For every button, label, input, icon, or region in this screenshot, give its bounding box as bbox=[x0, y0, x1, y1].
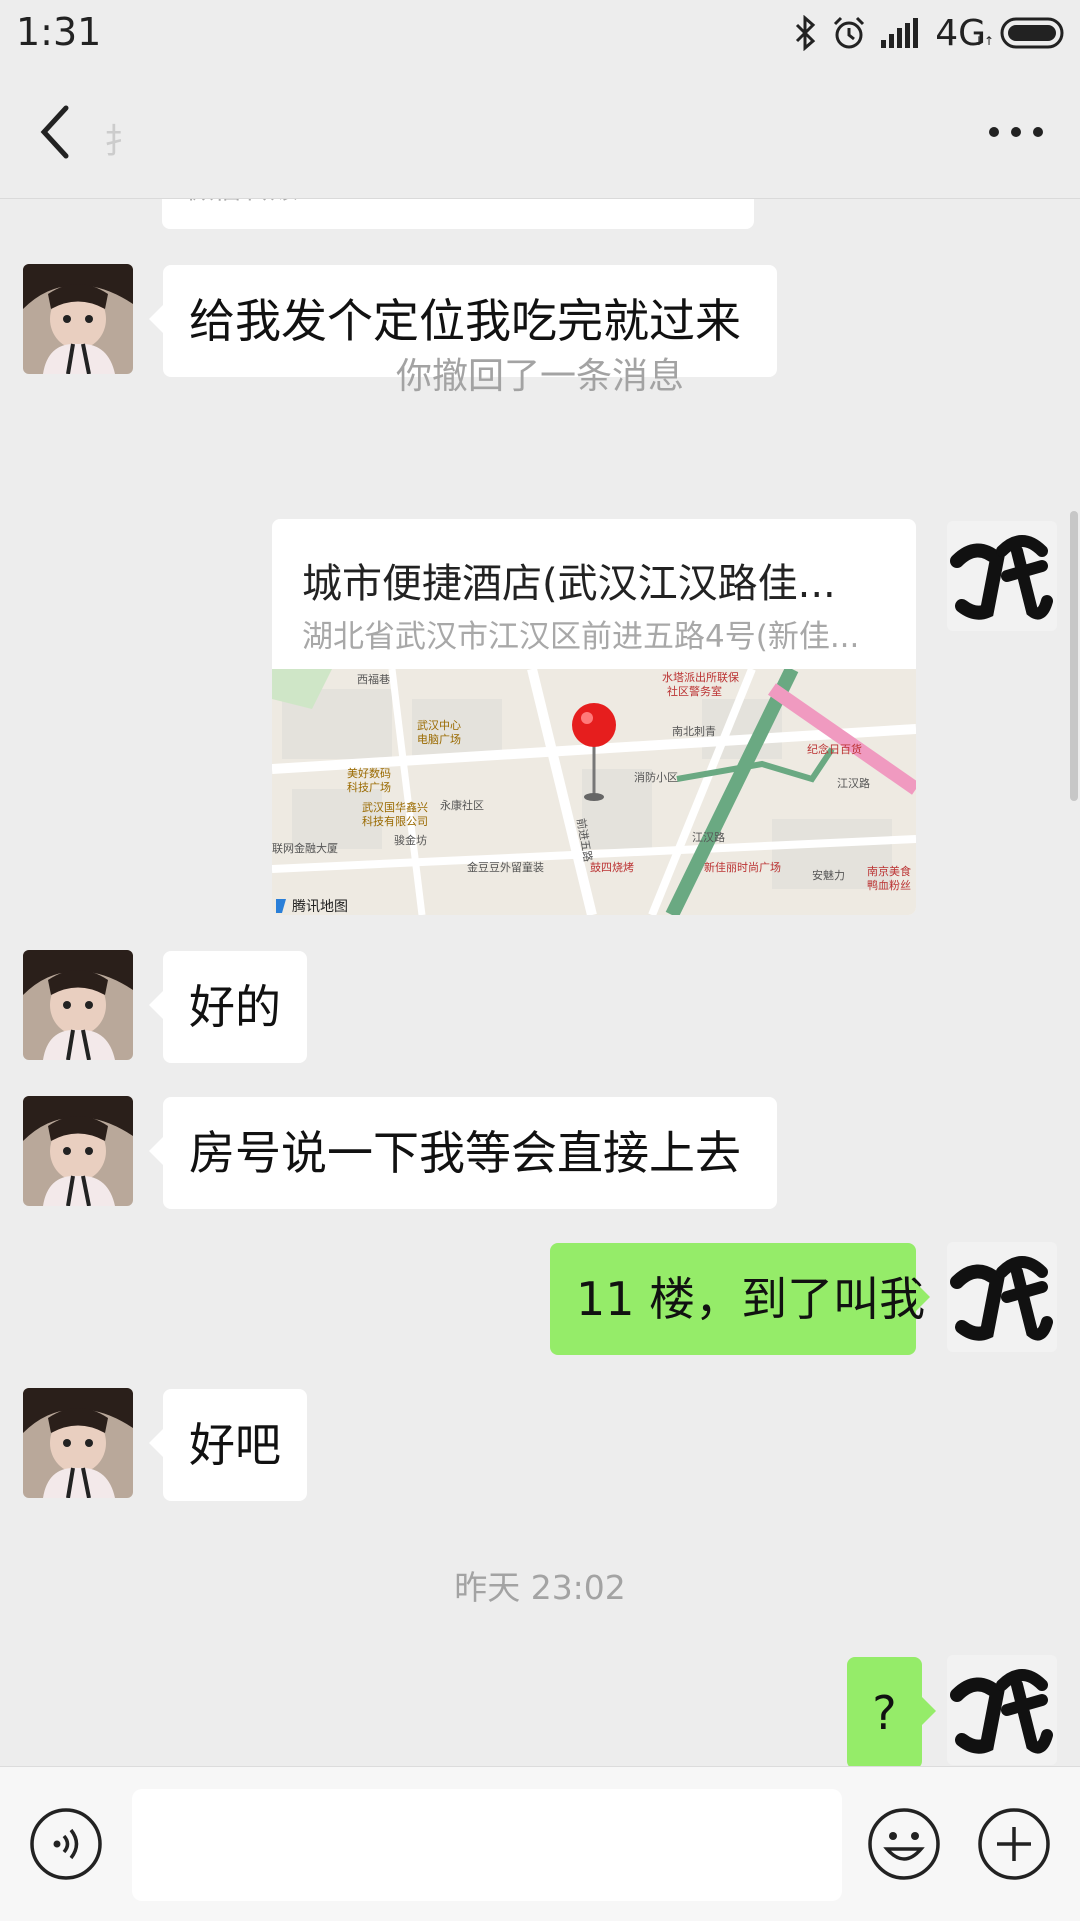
svg-text:纪念日百货: 纪念日百货 bbox=[807, 742, 862, 756]
location-address: 湖北省武汉市江汉区前进五路4号(新佳... bbox=[302, 619, 860, 655]
message-received[interactable]: 好吧 bbox=[149, 1389, 307, 1501]
location-name: 城市便捷酒店(武汉江汉路佳... bbox=[302, 561, 836, 607]
svg-text:江汉路: 江汉路 bbox=[837, 777, 870, 790]
chat-title: 扌 bbox=[104, 122, 138, 162]
avatar-contact[interactable] bbox=[23, 950, 133, 1060]
svg-text:骏金坊: 骏金坊 bbox=[394, 833, 427, 847]
status-time: 1:31 bbox=[16, 10, 102, 54]
map-provider-label: 腾讯地图 bbox=[292, 898, 348, 914]
input-bar bbox=[0, 1766, 1080, 1921]
location-message[interactable]: 城市便捷酒店(武汉江汉路佳... 湖北省武汉市江汉区前进五路4号(新佳... 西… bbox=[272, 519, 932, 915]
plus-icon[interactable] bbox=[977, 1807, 1051, 1881]
bluetooth-icon bbox=[796, 15, 816, 51]
network-type: 4G ↓↑ bbox=[935, 12, 994, 54]
message-received[interactable]: 好的 bbox=[149, 951, 307, 1063]
svg-text:科技有限公司: 科技有限公司 bbox=[362, 814, 428, 828]
avatar-self[interactable] bbox=[947, 521, 1057, 631]
avatar-self[interactable] bbox=[947, 1242, 1057, 1352]
message-sent[interactable]: 11 楼，到了叫我 bbox=[550, 1243, 930, 1355]
svg-text:西福巷: 西福巷 bbox=[357, 672, 390, 686]
svg-text:南京美食: 南京美食 bbox=[867, 864, 911, 878]
more-dots-icon[interactable] bbox=[986, 118, 1046, 146]
svg-text:社区警务室: 社区警务室 bbox=[667, 684, 722, 698]
svg-text:安魅力: 安魅力 bbox=[812, 868, 845, 882]
status-bar: 1:31 4G ↓↑ bbox=[0, 0, 1080, 66]
message-timestamp: 昨天 23:02 bbox=[454, 1568, 626, 1607]
avatar-contact[interactable] bbox=[23, 1096, 133, 1206]
svg-text:武汉中心: 武汉中心 bbox=[417, 719, 461, 732]
svg-text:鼓四烧烤: 鼓四烧烤 bbox=[590, 860, 634, 874]
svg-text:南北刺青: 南北刺青 bbox=[672, 725, 716, 738]
svg-text:鸭血粉丝: 鸭血粉丝 bbox=[867, 878, 911, 892]
svg-text:联网金融大厦: 联网金融大厦 bbox=[272, 841, 338, 855]
svg-text:新佳丽时尚广场: 新佳丽时尚广场 bbox=[704, 860, 781, 874]
emoji-icon[interactable] bbox=[867, 1807, 941, 1881]
svg-text:美好数码: 美好数码 bbox=[347, 766, 391, 780]
avatar-contact[interactable] bbox=[23, 1388, 133, 1498]
transfer-label: 微信转账 bbox=[186, 199, 298, 207]
message-sent[interactable]: ? bbox=[847, 1657, 936, 1766]
voice-icon[interactable] bbox=[29, 1807, 103, 1881]
svg-text:武汉国华鑫兴: 武汉国华鑫兴 bbox=[362, 800, 428, 814]
status-icons: 4G ↓↑ bbox=[795, 10, 1066, 56]
svg-text:金豆豆外留童装: 金豆豆外留童装 bbox=[467, 860, 544, 874]
chevron-left-icon[interactable] bbox=[30, 100, 80, 164]
message-received[interactable]: 房号说一下我等会直接上去 bbox=[149, 1097, 777, 1209]
svg-text:消防小区: 消防小区 bbox=[634, 770, 678, 784]
svg-text:永康社区: 永康社区 bbox=[440, 798, 484, 812]
svg-text:科技广场: 科技广场 bbox=[347, 780, 391, 794]
transfer-card[interactable]: 微信转账 bbox=[162, 199, 754, 229]
svg-text:电脑广场: 电脑广场 bbox=[417, 732, 461, 746]
battery-icon bbox=[1000, 17, 1064, 49]
recall-notice: 你撤回了一条消息 bbox=[395, 356, 684, 397]
location-map[interactable]: 西福巷 水塔派出所联保 社区警务室 武汉中心 电脑广场 南北刺青 美好数码 科技… bbox=[272, 669, 916, 915]
avatar-self[interactable] bbox=[947, 1655, 1057, 1765]
message-input[interactable] bbox=[132, 1789, 842, 1901]
chat-header: 扌 bbox=[0, 66, 1080, 199]
alarm-icon bbox=[834, 16, 865, 49]
svg-text:水塔派出所联保: 水塔派出所联保 bbox=[662, 670, 739, 684]
scrollbar[interactable] bbox=[1070, 511, 1078, 801]
signal-icon bbox=[881, 18, 919, 48]
location-card[interactable]: 城市便捷酒店(武汉江汉路佳... 湖北省武汉市江汉区前进五路4号(新佳... 西… bbox=[272, 519, 916, 915]
message-list[interactable]: 微信转账 给我发个定位我吃完就过来 你撤回了一条消息 城市便捷酒店(武汉江汉路佳… bbox=[0, 199, 1080, 1766]
svg-text:江汉路: 江汉路 bbox=[692, 831, 725, 844]
